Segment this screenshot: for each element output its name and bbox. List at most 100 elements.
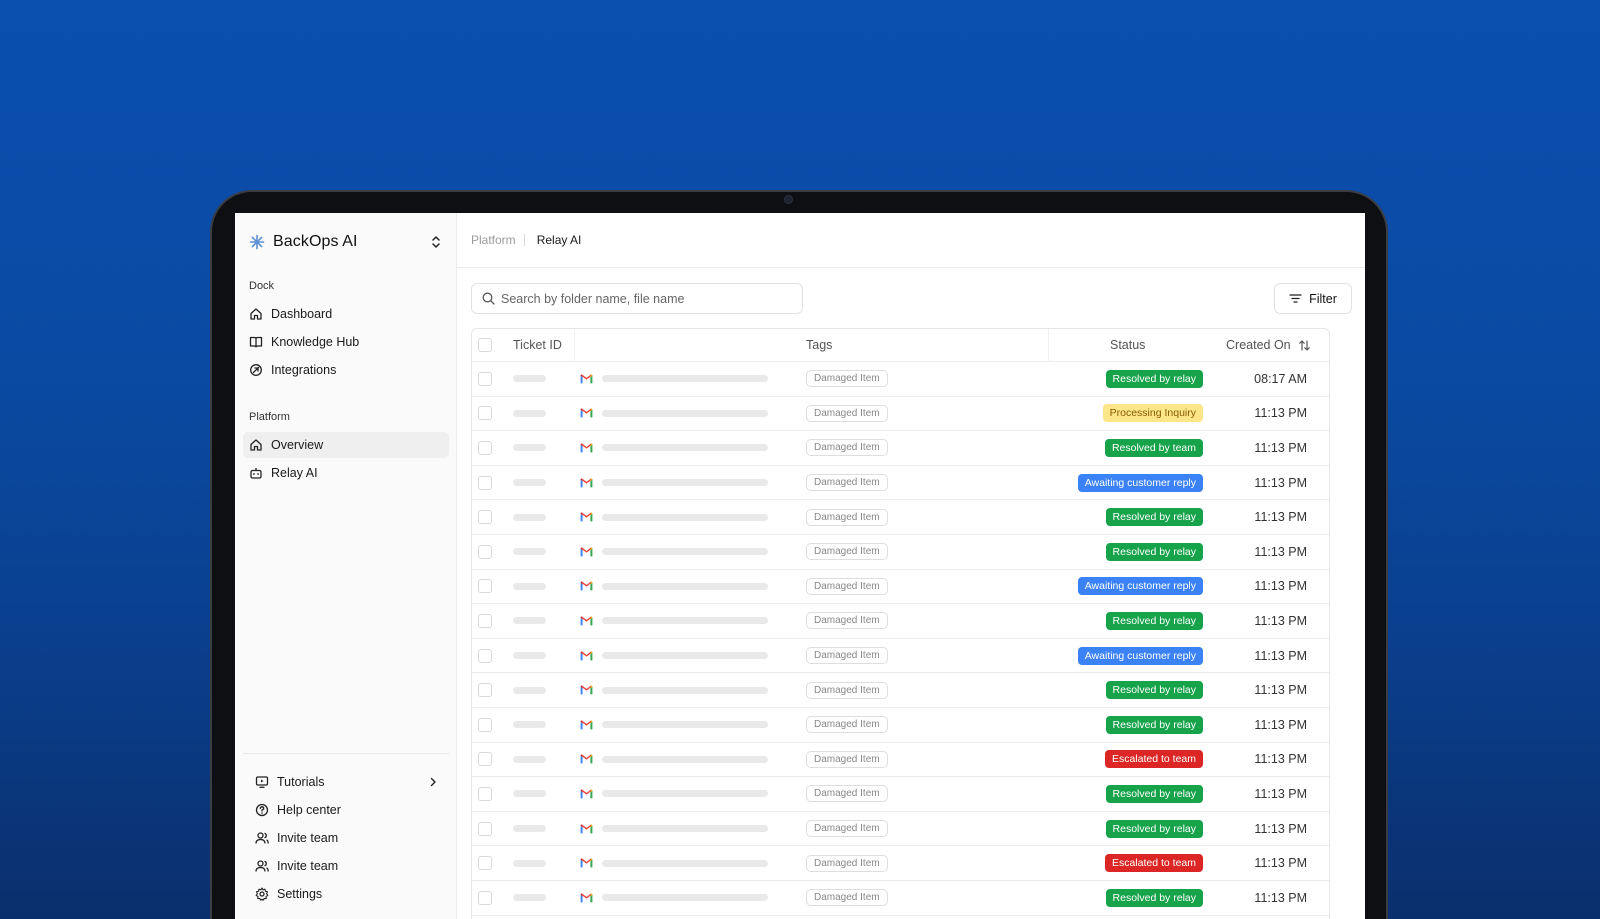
sidebar-item-label: Tutorials (277, 775, 325, 789)
tag-badge: Damaged Item (806, 404, 888, 422)
sidebar-item-tutorials[interactable]: Tutorials (249, 769, 449, 795)
row-checkbox[interactable] (478, 856, 492, 871)
row-checkbox[interactable] (478, 440, 492, 455)
table-row[interactable]: Damaged Item Resolved by relay 08:17 AM (472, 362, 1329, 397)
status-badge: Escalated to team (1104, 750, 1203, 769)
workspace-switcher[interactable]: BackOps AI (249, 231, 442, 253)
section-label-dock: Dock (249, 280, 275, 292)
subject-placeholder (602, 859, 768, 867)
table-row[interactable]: Damaged Item Awaiting customer reply 11:13… (472, 639, 1329, 674)
row-checkbox[interactable] (478, 752, 492, 767)
table-row[interactable]: Damaged Item Processing Inquiry 11:13 PM (472, 397, 1329, 432)
row-checkbox[interactable] (478, 717, 492, 732)
tag-badge: Damaged Item (806, 474, 888, 492)
created-on-time: 11:13 PM (1254, 648, 1307, 663)
sidebar-item-dashboard[interactable]: Dashboard (243, 301, 449, 327)
users-icon (255, 832, 269, 844)
gmail-icon (580, 858, 593, 868)
row-checkbox[interactable] (478, 371, 492, 386)
gmail-icon (580, 443, 593, 453)
camera-notch (714, 192, 866, 212)
gmail-icon (580, 650, 593, 660)
sidebar-item-integrations[interactable]: Integrations (243, 357, 449, 383)
sidebar-item-label: Invite team (277, 859, 339, 873)
table-row[interactable]: Damaged Item Resolved by relay 11:13 PM (472, 708, 1329, 743)
status-badge: Processing Inquiry (1102, 404, 1203, 423)
created-on-time: 11:13 PM (1254, 856, 1307, 871)
chevrons-up-down-icon[interactable] (430, 234, 442, 250)
status-badge: Awaiting customer reply (1077, 646, 1203, 665)
ticket-id-placeholder (513, 513, 546, 521)
row-checkbox[interactable] (478, 648, 492, 663)
sidebar-item-invite-team[interactable]: Invite team (249, 825, 449, 851)
subject-placeholder (602, 617, 768, 625)
sidebar-item-settings[interactable]: Settings (249, 881, 449, 907)
table-row[interactable]: Damaged Item Escalated to team 11:13 PM (472, 743, 1329, 778)
select-all-checkbox[interactable] (478, 338, 492, 352)
row-checkbox[interactable] (478, 683, 492, 698)
column-header-status[interactable]: Status (1110, 329, 1145, 361)
gmail-icon (580, 616, 593, 626)
table-row[interactable]: Damaged Item Resolved by relay 11:13 PM (472, 535, 1329, 570)
ticket-id-placeholder (513, 444, 546, 452)
tag-badge: Damaged Item (806, 647, 888, 665)
breadcrumb-separator (523, 234, 525, 246)
search-box[interactable] (471, 283, 803, 314)
table-row[interactable]: Damaged Item Escalated to team 11:13 PM (472, 846, 1329, 881)
table-row[interactable]: Damaged Item Resolved by relay 11:13 PM (472, 673, 1329, 708)
row-checkbox[interactable] (478, 579, 492, 594)
table-row[interactable]: Damaged Item Resolved by relay 11:13 PM (472, 500, 1329, 535)
row-checkbox[interactable] (478, 475, 492, 490)
sort-arrows-icon[interactable] (1298, 339, 1311, 352)
gmail-icon (580, 685, 593, 695)
created-on-time: 11:13 PM (1254, 821, 1307, 836)
tag-badge: Damaged Item (806, 716, 888, 734)
gmail-icon (580, 512, 593, 522)
table-row[interactable]: Damaged Item Resolved by relay 11:13 PM (472, 812, 1329, 847)
sidebar-item-invite-team-2[interactable]: Invite team (249, 853, 449, 879)
ticket-id-placeholder (513, 686, 546, 694)
row-checkbox[interactable] (478, 406, 492, 421)
sidebar-item-knowledge-hub[interactable]: Knowledge Hub (243, 329, 449, 355)
sidebar-item-relay-ai[interactable]: Relay AI (243, 460, 449, 486)
subject-placeholder (602, 721, 768, 729)
row-checkbox[interactable] (478, 786, 492, 801)
status-badge: Resolved by team (1104, 438, 1203, 457)
table-row[interactable]: Damaged Item Resolved by relay 11:13 PM (472, 881, 1329, 916)
breadcrumb: Platform Relay AI (457, 213, 1365, 268)
created-on-time: 11:13 PM (1254, 406, 1307, 421)
subject-placeholder (602, 686, 768, 694)
sidebar-item-label: Settings (277, 887, 323, 901)
status-badge: Resolved by relay (1105, 369, 1203, 388)
sidebar-item-help-center[interactable]: Help center (249, 797, 449, 823)
subject-placeholder (602, 825, 768, 833)
breadcrumb-relay-ai: Relay AI (536, 233, 582, 247)
search-input[interactable] (501, 291, 781, 306)
column-header-ticket-id[interactable]: Ticket ID (513, 329, 562, 361)
ticket-id-placeholder (513, 548, 546, 556)
subject-placeholder (602, 375, 768, 383)
sidebar-item-overview[interactable]: Overview (243, 432, 449, 458)
table-row[interactable]: Damaged Item Resolved by relay 11:13 PM (472, 604, 1329, 639)
row-checkbox[interactable] (478, 613, 492, 628)
tag-badge: Damaged Item (806, 508, 888, 526)
row-checkbox[interactable] (478, 890, 492, 905)
gear-icon (255, 887, 269, 901)
row-checkbox[interactable] (478, 544, 492, 559)
row-checkbox[interactable] (478, 510, 492, 525)
created-on-time: 11:13 PM (1254, 475, 1307, 490)
column-header-tags[interactable]: Tags (806, 329, 832, 361)
row-checkbox[interactable] (478, 821, 492, 836)
ticket-id-placeholder (513, 409, 546, 417)
table-row[interactable]: Damaged Item Resolved by team 11:13 PM (472, 431, 1329, 466)
tag-badge: Damaged Item (806, 577, 888, 595)
subject-placeholder (602, 479, 768, 487)
column-header-created-on[interactable]: Created On (1226, 329, 1311, 361)
table-row[interactable]: Damaged Item Resolved by relay 11:13 PM (472, 777, 1329, 812)
table-row[interactable]: Damaged Item Awaiting customer reply 11:13… (472, 466, 1329, 501)
filter-button[interactable]: Filter (1274, 283, 1352, 314)
status-badge: Resolved by relay (1105, 819, 1203, 838)
gmail-icon (580, 581, 593, 591)
breadcrumb-platform[interactable]: Platform (471, 233, 516, 247)
table-row[interactable]: Damaged Item Awaiting customer reply 11:13… (472, 570, 1329, 605)
